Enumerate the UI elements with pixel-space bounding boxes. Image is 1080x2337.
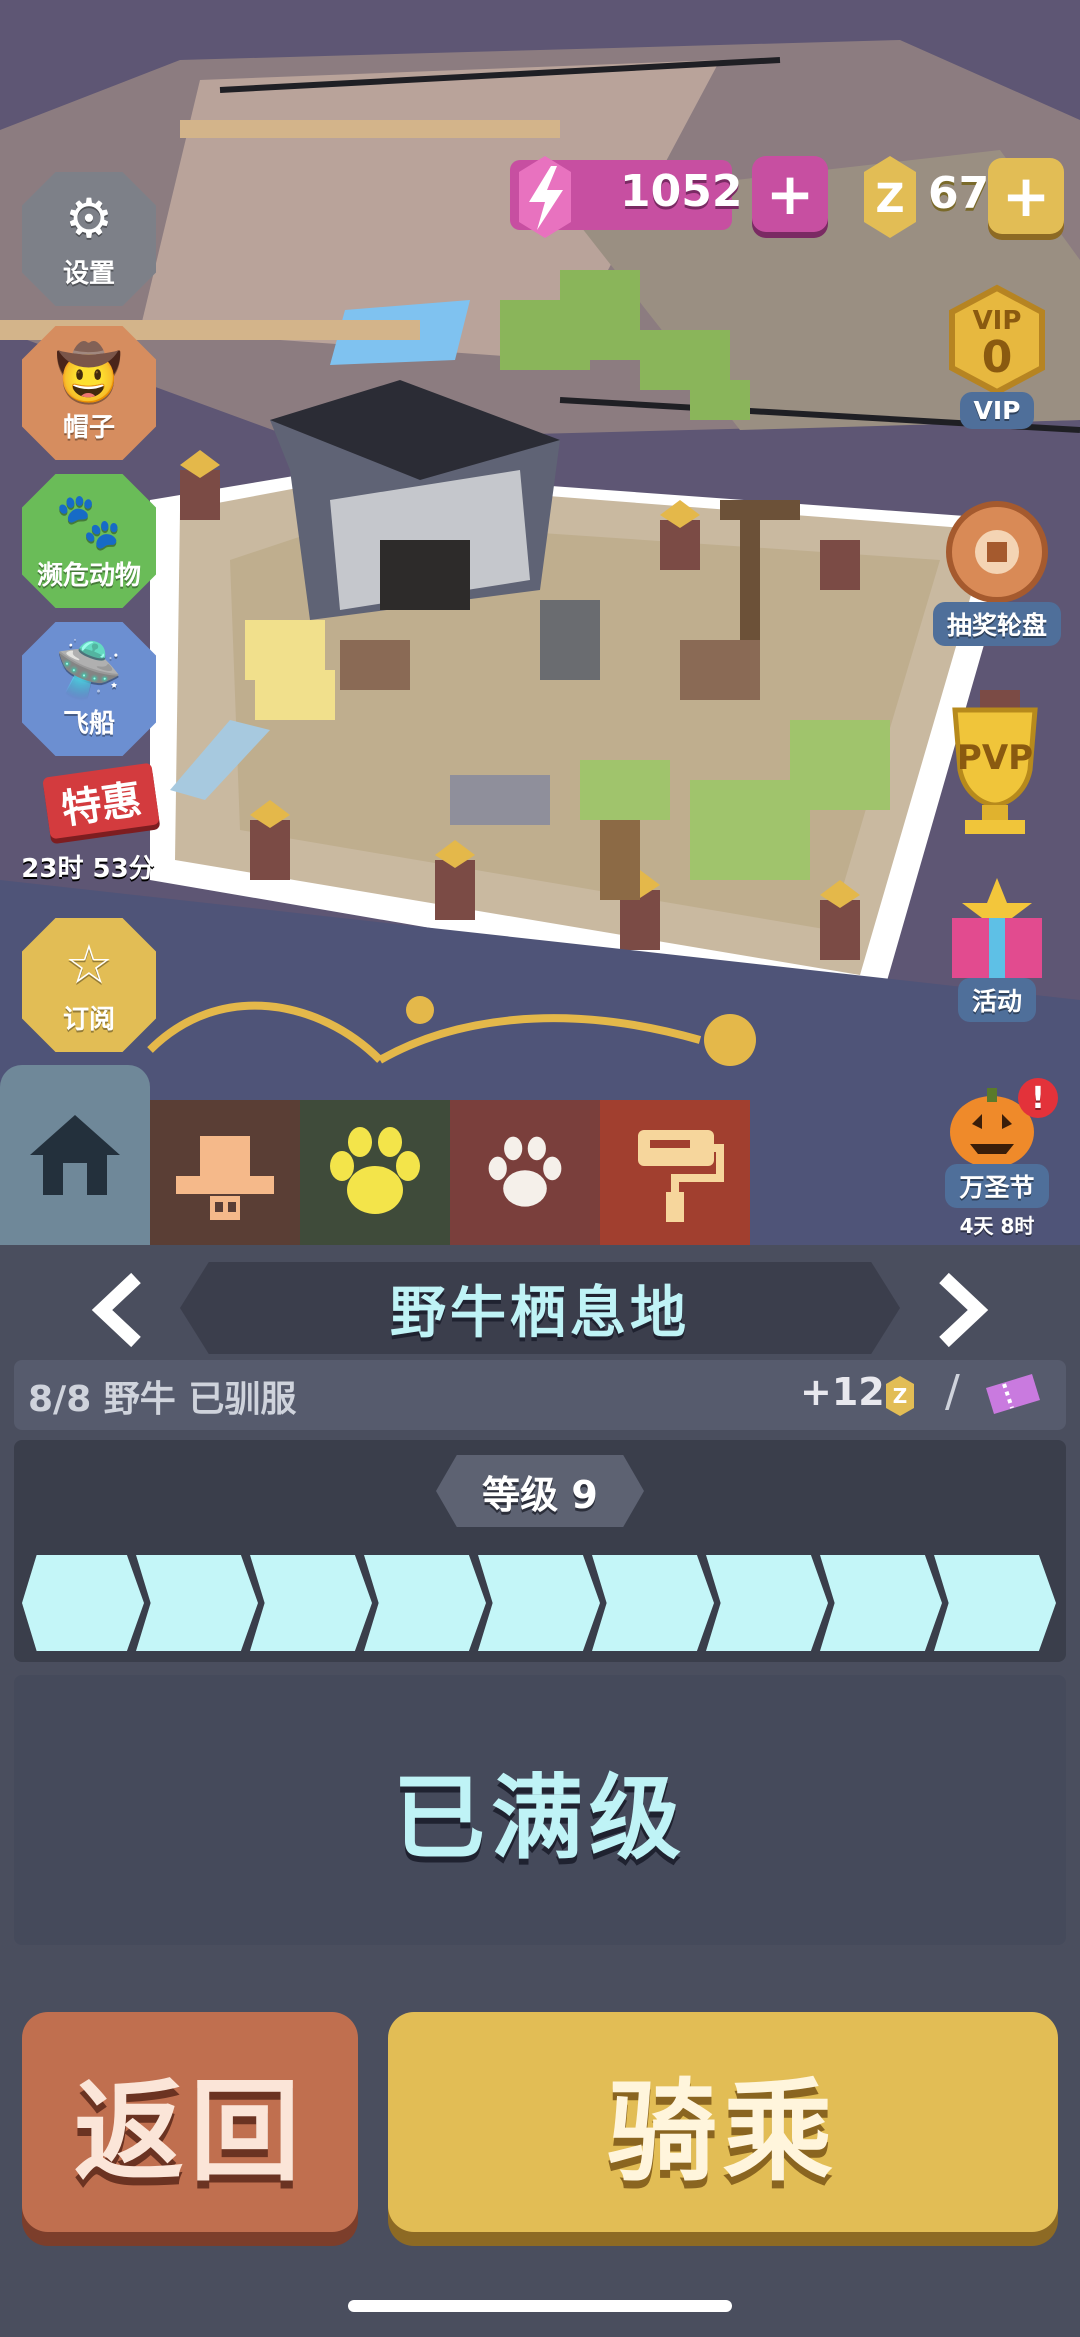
coin-icon: Z [864, 156, 916, 238]
special-offer-timer: 23时 53分 [21, 854, 155, 884]
level-segment [478, 1555, 600, 1651]
home-icon [30, 1115, 120, 1195]
tab-paint[interactable] [600, 1100, 750, 1245]
vip-button[interactable]: VIP 0 VIP [932, 282, 1062, 429]
hats-button[interactable]: 🤠 帽子 [22, 326, 156, 460]
special-offer-button[interactable]: 特惠 23时 53分 [18, 762, 160, 900]
level-segment [250, 1555, 372, 1651]
next-habitat-button[interactable] [922, 1265, 1002, 1355]
endangered-animals-label: 濒危动物 [36, 560, 141, 591]
buy-energy-button[interactable]: + [752, 156, 828, 232]
previous-habitat-button[interactable] [78, 1265, 158, 1355]
star-icon: ☆ [64, 932, 114, 996]
spaceship-label: 飞船 [62, 708, 115, 739]
coin-reward: +12 [800, 1370, 885, 1414]
svg-text:Z: Z [893, 1384, 908, 1408]
roulette-icon [946, 501, 1048, 603]
level-badge: 等级 9 [436, 1455, 644, 1527]
lightning-icon [519, 156, 571, 238]
ride-button[interactable]: 骑乘 [388, 2012, 1058, 2232]
halloween-button[interactable]: ! 万圣节 4天 8时 [932, 1074, 1062, 1239]
reward-separator: / [945, 1366, 960, 1417]
level-segment [592, 1555, 714, 1651]
tab-hats[interactable] [150, 1100, 300, 1245]
gear-icon: ⚙ [64, 186, 114, 250]
hats-label: 帽子 [62, 412, 115, 443]
energy-value: 1052 [620, 166, 743, 217]
events-label: 活动 [957, 978, 1036, 1022]
level-segment [706, 1555, 828, 1651]
buy-coins-button[interactable]: + [988, 158, 1064, 234]
chevron-left-icon [91, 1272, 141, 1348]
subscription-button[interactable]: ☆ 订阅 [22, 918, 156, 1052]
tab-animals[interactable] [300, 1100, 450, 1245]
tab-home[interactable] [0, 1065, 150, 1245]
endangered-animals-button[interactable]: 🐾 濒危动物 [22, 474, 156, 608]
alert-badge: ! [1018, 1078, 1058, 1118]
vip-level: 0 [981, 332, 1013, 383]
tab-endangered[interactable] [450, 1100, 600, 1245]
back-button[interactable]: 返回 [22, 2012, 358, 2232]
halloween-label: 万圣节 [945, 1164, 1049, 1208]
level-segment [934, 1555, 1056, 1651]
svg-text:Z: Z [875, 176, 904, 222]
paw-icon: 🐾 [55, 488, 123, 552]
special-offer-tag: 特惠 [42, 762, 160, 840]
level-segment [22, 1555, 144, 1651]
tamed-status: 8/8 野牛 已驯服 [28, 1379, 297, 1420]
vip-label: VIP [959, 392, 1035, 429]
paw-icon [330, 1126, 420, 1214]
pvp-label: PVP [956, 738, 1034, 778]
lottery-wheel-button[interactable]: 抽奖轮盘 [932, 492, 1062, 646]
chevron-right-icon [939, 1272, 989, 1348]
small-coin-icon: Z [886, 1376, 914, 1416]
level-segment [364, 1555, 486, 1651]
gift-box-icon [952, 878, 1042, 978]
lottery-label: 抽奖轮盘 [932, 602, 1061, 646]
paw-print-icon [488, 1136, 562, 1207]
paint-roller-icon [638, 1129, 724, 1222]
habitat-title: 野牛栖息地 [390, 1280, 690, 1346]
max-level-text: 已满级 [392, 1764, 687, 1872]
level-segment [136, 1555, 258, 1651]
level-segment [820, 1555, 942, 1651]
halloween-timer: 4天 8时 [959, 1214, 1035, 1238]
hat-icon: 🤠 [55, 340, 123, 404]
settings-label: 设置 [62, 258, 115, 289]
coin-value: 67 [928, 168, 990, 219]
spaceship-icon: 🛸 [55, 636, 123, 700]
pvp-button[interactable]: PVP [930, 700, 1060, 840]
events-button[interactable]: 活动 [932, 868, 1062, 1022]
spaceship-button[interactable]: 🛸 飞船 [22, 622, 156, 756]
subscription-label: 订阅 [62, 1004, 115, 1035]
hat-icon [176, 1135, 274, 1220]
settings-button[interactable]: ⚙ 设置 [22, 172, 156, 306]
ticket-icon [986, 1374, 1040, 1414]
home-indicator[interactable] [348, 2300, 732, 2312]
